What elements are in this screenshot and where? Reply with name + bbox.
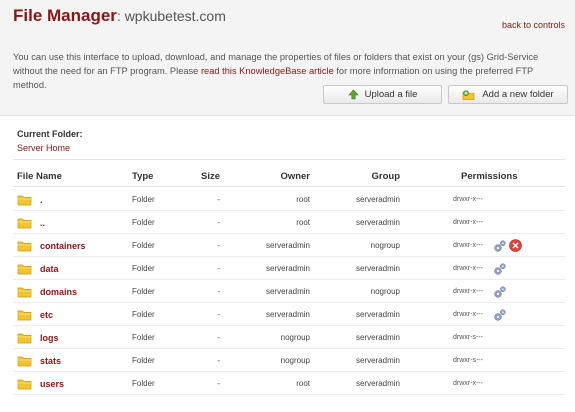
table-row: data Folder - serveradmin serveradmin drwxr-x…	[13, 257, 565, 280]
cell-owner: nogroup	[280, 356, 310, 365]
cell-group: nogroup	[370, 241, 400, 250]
cell-owner: serveradmin	[265, 287, 310, 296]
column-file-name: File Name	[17, 171, 62, 182]
cell-owner: root	[296, 218, 310, 227]
folder-icon	[17, 309, 32, 321]
cell-size: -	[217, 195, 220, 204]
delete-icon[interactable]	[509, 239, 522, 252]
page-title: File Manager: wpkubetest.com	[13, 6, 226, 26]
folder-icon	[17, 378, 32, 390]
header-panel: File Manager: wpkubetest.com back to con…	[0, 0, 575, 116]
folder-icon	[17, 355, 32, 367]
folder-icon	[17, 217, 32, 229]
folder-name-link[interactable]: ..	[40, 218, 45, 228]
cell-group: serveradmin	[355, 264, 400, 273]
domain-name: : wpkubetest.com	[116, 8, 226, 24]
table-row: stats Folder - nogroup serveradmin drwxr-s---	[13, 349, 565, 372]
gear-icon[interactable]	[493, 262, 507, 276]
cell-permissions: drwxr-x---	[453, 219, 483, 226]
cell-size: -	[217, 218, 220, 227]
divider	[13, 159, 565, 160]
folder-name-link[interactable]: etc	[40, 310, 53, 320]
cell-owner: root	[296, 195, 310, 204]
cell-permissions: drwxr-x---	[453, 265, 483, 272]
cell-owner: root	[296, 379, 310, 388]
folder-name-link[interactable]: logs	[40, 333, 59, 343]
cell-owner: serveradmin	[265, 264, 310, 273]
cell-permissions: drwxr-x---	[453, 311, 483, 318]
cell-size: -	[217, 310, 220, 319]
cell-permissions: drwxr-x---	[453, 196, 483, 203]
cell-group: serveradmin	[355, 310, 400, 319]
cell-owner: serveradmin	[265, 241, 310, 250]
cell-group: serveradmin	[355, 218, 400, 227]
cell-group: serveradmin	[355, 379, 400, 388]
column-owner: Owner	[280, 171, 310, 182]
upload-file-label: Upload a file	[364, 89, 418, 100]
table-row: . Folder - root serveradmin drwxr-x---	[13, 188, 565, 211]
upload-file-button[interactable]: Upload a file	[323, 85, 442, 104]
folder-icon	[17, 240, 32, 252]
current-folder-link[interactable]: Server Home	[17, 143, 70, 153]
knowledgebase-link[interactable]: read this KnowledgeBase article	[201, 66, 334, 76]
cell-permissions: drwxr-s---	[453, 334, 483, 341]
cell-permissions: drwxr-x---	[453, 288, 483, 295]
folder-icon	[17, 194, 32, 206]
gear-icon[interactable]	[493, 239, 507, 253]
cell-size: -	[217, 264, 220, 273]
cell-permissions: drwxr-x---	[453, 380, 483, 387]
cell-size: -	[217, 241, 220, 250]
cell-group: serveradmin	[355, 333, 400, 342]
app-title: File Manager	[13, 6, 117, 25]
gear-icon[interactable]	[493, 285, 507, 299]
table-row: logs Folder - nogroup serveradmin drwxr-s---	[13, 326, 565, 349]
table-header: File Name Type Size Owner Group Permissi…	[13, 165, 565, 188]
upload-arrow-icon	[347, 89, 359, 100]
cell-group: serveradmin	[355, 356, 400, 365]
new-folder-icon	[462, 89, 476, 101]
table-row: containers Folder - serveradmin nogroup drwxr…	[13, 234, 565, 257]
table-row: domains Folder - serveradmin nogroup drwxr-x-…	[13, 280, 565, 303]
folder-name-link[interactable]: users	[40, 379, 64, 389]
cell-size: -	[217, 379, 220, 388]
cell-permissions: drwxr-x---	[453, 242, 483, 249]
add-folder-label: Add a new folder	[482, 89, 554, 100]
folder-name-link[interactable]: data	[40, 264, 59, 274]
folder-name-link[interactable]: domains	[40, 287, 77, 297]
folder-icon	[17, 263, 32, 275]
folder-icon	[17, 286, 32, 298]
add-folder-button[interactable]: Add a new folder	[448, 85, 568, 104]
table-row: etc Folder - serveradmin serveradmin drwxr-x-…	[13, 303, 565, 326]
cell-group: nogroup	[370, 287, 400, 296]
cell-size: -	[217, 333, 220, 342]
table-row: .. Folder - root serveradmin drwxr-x---	[13, 211, 565, 234]
cell-owner: serveradmin	[265, 310, 310, 319]
cell-permissions: drwxr-s---	[453, 357, 483, 364]
back-to-controls-link[interactable]: back to controls	[502, 20, 565, 30]
cell-group: serveradmin	[355, 195, 400, 204]
column-size: Size	[200, 171, 220, 182]
column-group: Group	[371, 171, 401, 182]
cell-size: -	[217, 356, 220, 365]
current-folder-label: Current Folder:	[17, 129, 83, 139]
table-row: users Folder - root serveradmin drwxr-x---	[13, 372, 565, 395]
folder-name-link[interactable]: stats	[40, 356, 61, 366]
cell-size: -	[217, 287, 220, 296]
folder-icon	[17, 332, 32, 344]
column-permissions: Permissions	[461, 171, 518, 182]
folder-name-link[interactable]: .	[40, 195, 43, 205]
cell-owner: nogroup	[280, 333, 310, 342]
header-divider	[13, 186, 565, 187]
folder-name-link[interactable]: containers	[40, 241, 86, 251]
gear-icon[interactable]	[493, 308, 507, 322]
